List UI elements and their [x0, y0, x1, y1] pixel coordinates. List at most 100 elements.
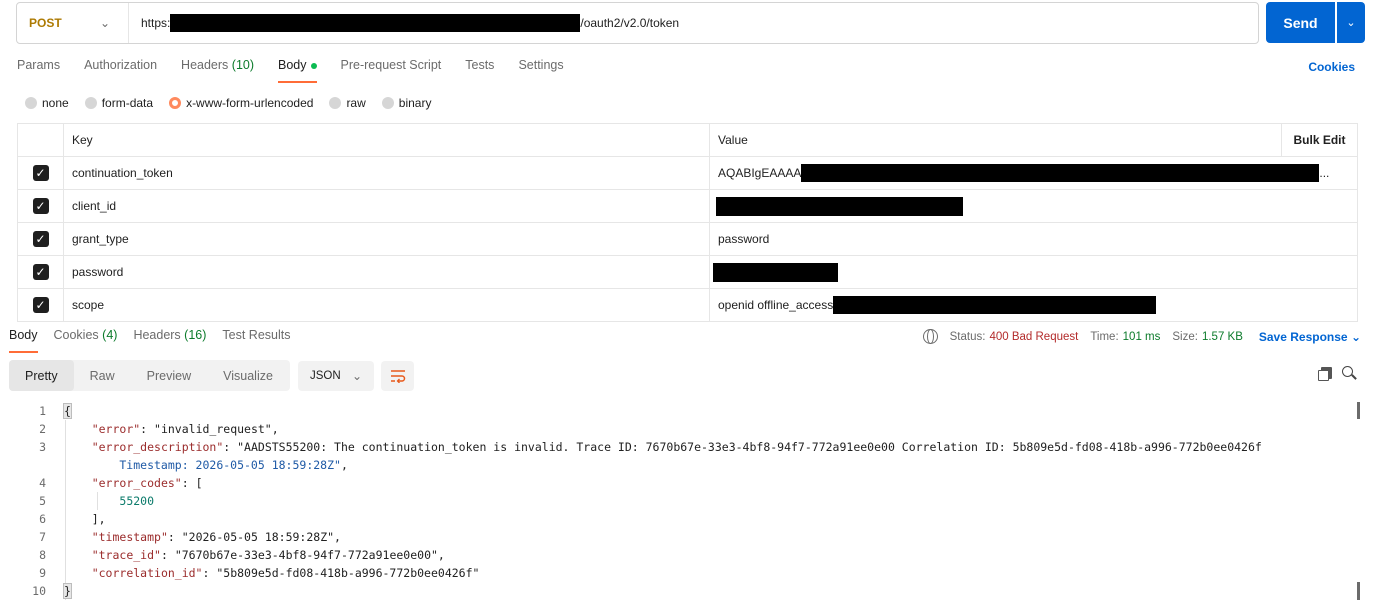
- param-key[interactable]: scope: [64, 289, 710, 321]
- tab-authorization[interactable]: Authorization: [84, 58, 157, 84]
- tab-prerequest-script[interactable]: Pre-request Script: [341, 58, 442, 84]
- body-type-radios: none form-data x-www-form-urlencoded raw…: [25, 96, 431, 110]
- response-tab-cookies[interactable]: Cookies (4): [54, 328, 118, 353]
- radio-label: x-www-form-urlencoded: [186, 96, 314, 110]
- view-mode-group: Pretty Raw Preview Visualize: [9, 360, 290, 391]
- param-value[interactable]: AQABIgEAAAA ...: [710, 157, 1357, 189]
- line-number: 2: [39, 422, 46, 436]
- time-label: Time:: [1090, 330, 1119, 343]
- response-status-bar: Status: 400 Bad Request Time: 101 ms Siz…: [922, 329, 1361, 344]
- param-key[interactable]: grant_type: [64, 223, 710, 255]
- param-value[interactable]: openid offline_access: [710, 289, 1357, 321]
- send-options-button[interactable]: ⌄: [1337, 2, 1365, 43]
- redacted-block: [713, 262, 838, 282]
- url-prefix: https:: [141, 16, 171, 30]
- code-text: Timestamp: 2026-05-05 18:59:28Z",: [64, 458, 348, 472]
- param-value[interactable]: [710, 256, 1357, 288]
- save-response-button[interactable]: Save Response ⌄: [1259, 330, 1361, 344]
- chevron-down-icon: ⌄: [1346, 17, 1356, 29]
- radio-label: none: [42, 96, 69, 110]
- tab-headers[interactable]: Headers (10): [181, 58, 254, 84]
- param-key[interactable]: continuation_token: [64, 157, 710, 189]
- param-key[interactable]: client_id: [64, 190, 710, 222]
- save-response-label: Save Response: [1258, 329, 1348, 344]
- radio-form-data[interactable]: form-data: [84, 96, 153, 110]
- url-bar: POST ⌄ https: /oauth2/v2.0/token: [16, 2, 1259, 44]
- time-value[interactable]: 101 ms: [1123, 331, 1161, 343]
- table-row: ✓ password: [18, 256, 1357, 289]
- line-number: 9: [39, 566, 46, 580]
- format-select[interactable]: JSON ⌄: [298, 361, 374, 391]
- tab-settings[interactable]: Settings: [518, 58, 563, 84]
- line-number: 5: [39, 494, 46, 508]
- radio-x-www-form-urlencoded[interactable]: x-www-form-urlencoded: [169, 96, 313, 110]
- method-select[interactable]: POST ⌄: [17, 3, 129, 43]
- radio-label: binary: [398, 96, 432, 110]
- response-tab-body[interactable]: Body: [9, 328, 38, 353]
- response-tab-test-results[interactable]: Test Results: [222, 328, 290, 353]
- radio-binary[interactable]: binary: [381, 96, 432, 110]
- scrollbar-thumb[interactable]: [1357, 402, 1360, 419]
- chevron-down-icon: ⌄: [351, 369, 362, 383]
- param-value[interactable]: password: [710, 223, 1357, 255]
- params-table: Key Value Bulk Edit ✓ continuation_token…: [17, 123, 1358, 322]
- code-text: {: [63, 403, 72, 419]
- radio-raw[interactable]: raw: [329, 96, 366, 110]
- wrap-lines-icon: [390, 370, 405, 383]
- param-value-ellipsis: ...: [1319, 166, 1330, 180]
- param-value-text: openid offline_access: [718, 298, 834, 312]
- response-tab-headers-label: Headers: [133, 328, 181, 342]
- param-key[interactable]: password: [64, 256, 710, 288]
- view-raw-button[interactable]: Raw: [74, 360, 131, 391]
- cookies-link[interactable]: Cookies: [1308, 60, 1355, 74]
- search-icon[interactable]: [1342, 366, 1357, 380]
- size-label: Size:: [1172, 330, 1198, 343]
- body-indicator-dot: [310, 63, 317, 69]
- code-text: "error_description": "AADSTS55200: The c…: [91, 440, 1262, 454]
- view-preview-button[interactable]: Preview: [131, 360, 207, 391]
- radio-circle: [381, 97, 394, 109]
- row-checkbox[interactable]: ✓: [32, 264, 49, 280]
- globe-icon[interactable]: [922, 329, 938, 344]
- response-body-code[interactable]: 1 {2 "error": "invalid_request", 3 "error_…: [0, 402, 1360, 605]
- response-headers-count: (16): [184, 328, 207, 342]
- row-checkbox[interactable]: ✓: [32, 231, 49, 247]
- line-number: 7: [39, 530, 46, 544]
- row-checkbox[interactable]: ✓: [32, 165, 49, 181]
- scrollbar-thumb[interactable]: [1357, 582, 1360, 600]
- send-button[interactable]: Send: [1266, 2, 1335, 43]
- wrap-lines-button[interactable]: [381, 361, 414, 391]
- chevron-down-icon: ⌄: [99, 16, 110, 30]
- redacted-block: [170, 14, 581, 32]
- radio-label: raw: [346, 96, 366, 110]
- tab-params[interactable]: Params: [17, 58, 60, 84]
- url-input[interactable]: https: /oauth2/v2.0/token: [129, 14, 1258, 32]
- param-value-text: AQABIgEAAAA: [718, 166, 802, 180]
- table-row: ✓ grant_type password: [18, 223, 1357, 256]
- size-value[interactable]: 1.57 KB: [1202, 331, 1243, 343]
- radio-circle: [329, 97, 342, 109]
- code-text: "trace_id": "7670b67e-33e3-4bf8-94f7-772…: [91, 548, 445, 562]
- bulk-edit-button[interactable]: Bulk Edit: [1281, 124, 1357, 156]
- radio-circle: [25, 97, 37, 109]
- line-number: 4: [39, 476, 46, 490]
- row-checkbox[interactable]: ✓: [32, 198, 49, 214]
- checkbox-cell: ✓: [18, 256, 64, 288]
- param-value[interactable]: [710, 190, 1357, 222]
- url-suffix: /oauth2/v2.0/token: [580, 16, 680, 30]
- cookies-count: (4): [102, 328, 118, 342]
- copy-icon[interactable]: [1318, 367, 1332, 381]
- tab-body[interactable]: Body: [278, 58, 317, 84]
- radio-circle-selected: [169, 97, 182, 109]
- row-checkbox[interactable]: ✓: [32, 297, 49, 313]
- response-tab-headers[interactable]: Headers (16): [133, 328, 206, 353]
- code-text: ],: [64, 512, 106, 526]
- radio-none[interactable]: none: [25, 96, 69, 110]
- code-text: "error": "invalid_request",: [91, 422, 279, 436]
- view-visualize-button[interactable]: Visualize: [207, 360, 289, 391]
- radio-circle: [84, 97, 97, 109]
- tab-tests[interactable]: Tests: [465, 58, 494, 84]
- code-text: }: [63, 583, 72, 599]
- view-pretty-button[interactable]: Pretty: [9, 360, 74, 391]
- status-value[interactable]: 400 Bad Request: [989, 331, 1078, 343]
